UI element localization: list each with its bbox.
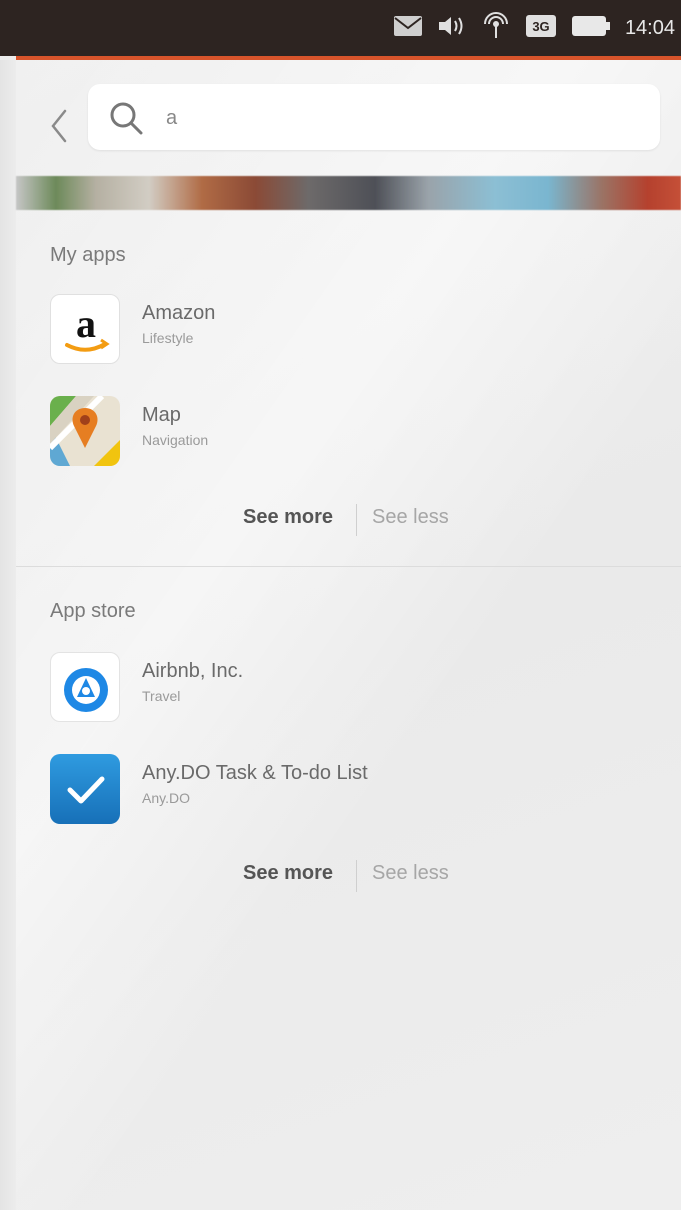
app-category: Travel: [142, 688, 181, 704]
app-result-map[interactable]: Map Navigation: [50, 396, 650, 466]
battery-icon[interactable]: [571, 14, 611, 43]
svg-text:a: a: [76, 301, 96, 346]
app-name: Amazon: [142, 302, 216, 324]
app-category: Navigation: [142, 432, 209, 448]
volume-icon[interactable]: [437, 14, 467, 43]
network-label: 3G: [532, 19, 549, 34]
mail-icon[interactable]: [393, 15, 423, 42]
divider: [356, 504, 357, 536]
app-result-airbnb[interactable]: Airbnb, Inc. Travel: [50, 652, 650, 722]
network-3g-icon[interactable]: 3G: [525, 14, 557, 43]
search-icon: [108, 100, 144, 141]
status-bar-accent: [16, 56, 681, 60]
status-bar[interactable]: 3G 14:04: [0, 0, 681, 56]
background: [0, 60, 681, 1210]
amazon-icon: a: [50, 294, 120, 364]
wifi-icon[interactable]: [481, 11, 511, 45]
section-divider: [16, 566, 681, 567]
app-result-amazon[interactable]: a Amazon Lifestyle: [50, 294, 650, 364]
anydo-icon: [50, 754, 120, 824]
left-edge-handle[interactable]: [0, 60, 16, 1210]
see-less-button[interactable]: See less: [372, 506, 449, 529]
map-icon: [50, 396, 120, 466]
search-field[interactable]: [88, 84, 660, 150]
chevron-left-icon: [51, 109, 67, 143]
app-category: Lifestyle: [142, 330, 194, 346]
app-name: Airbnb, Inc.: [142, 660, 244, 682]
clock[interactable]: 14:04: [625, 17, 675, 40]
section-title-my-apps: My apps: [50, 244, 126, 266]
app-category: Any.DO: [142, 790, 190, 806]
back-button[interactable]: [44, 106, 74, 146]
department-banner[interactable]: [16, 176, 681, 210]
indicator-area[interactable]: 3G 14:04: [393, 11, 675, 45]
see-more-button[interactable]: See more: [243, 862, 333, 885]
app-name: Map: [142, 404, 181, 426]
my-apps-see-controls: See more See less: [0, 504, 681, 536]
see-less-button[interactable]: See less: [372, 862, 449, 885]
divider: [356, 860, 357, 892]
section-title-app-store: App store: [50, 600, 136, 622]
airbnb-icon: [50, 652, 120, 722]
app-name: Any.DO Task & To-do List: [142, 762, 368, 784]
search-input[interactable]: [164, 102, 648, 134]
app-store-see-controls: See more See less: [0, 860, 681, 892]
see-more-button[interactable]: See more: [243, 506, 333, 529]
app-result-anydo[interactable]: Any.DO Task & To-do List Any.DO: [50, 754, 650, 824]
